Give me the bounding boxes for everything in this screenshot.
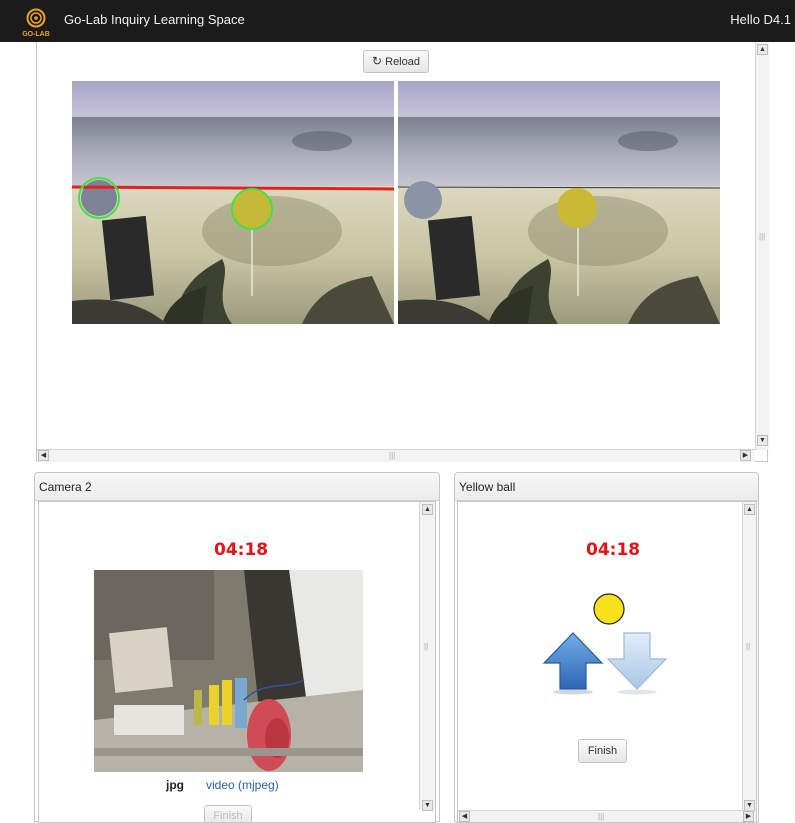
go-lab-logo-icon: GO-LAB xyxy=(22,8,50,38)
camera2-panel-header: Camera 2 xyxy=(35,473,439,501)
camera2-timer: 04:18 xyxy=(214,540,269,560)
vertical-scrollbar[interactable]: ▲ ||| ▼ xyxy=(755,42,769,450)
scroll-grip-icon: ||| xyxy=(389,451,396,460)
horizontal-scrollbar[interactable]: ◀ ||| ▶ xyxy=(37,449,755,462)
user-greeting[interactable]: Hello D4.1 xyxy=(730,12,791,27)
down-arrow-icon[interactable] xyxy=(606,631,668,695)
lab-camera-image xyxy=(94,570,363,772)
camera2-title: Camera 2 xyxy=(39,480,92,494)
annotated-camera-image xyxy=(72,81,394,324)
camera2-finish-label: Finish xyxy=(213,810,243,822)
scroll-up-arrow-icon[interactable]: ▲ xyxy=(757,44,768,55)
camera2-content: 04:18 jpg video (mjpeg) Finish ▲ || ▼ xyxy=(38,501,436,823)
camera2-panel: Camera 2 04:18 jpg video (mjpeg) Finish … xyxy=(34,472,440,823)
video-mjpeg-link[interactable]: video (mjpeg) xyxy=(206,778,279,792)
scroll-grip-icon: || xyxy=(424,642,429,651)
scroll-left-arrow-icon[interactable]: ◀ xyxy=(38,450,49,461)
up-arrow-icon[interactable] xyxy=(542,631,604,695)
yellow-ball-content: 04:18 Finish ▲ || ▼ ◀ ||| ▶ xyxy=(457,501,757,823)
yellow-ball-panel-header: Yellow ball xyxy=(455,473,758,501)
scroll-right-arrow-icon[interactable]: ▶ xyxy=(740,450,751,461)
top-bar: GO-LAB Go-Lab Inquiry Learning Space Hel… xyxy=(0,0,795,42)
yellow-ball-timer: 04:18 xyxy=(586,540,641,560)
reload-button[interactable]: ↻ Reload xyxy=(363,50,429,73)
scroll-down-arrow-icon[interactable]: ▼ xyxy=(422,800,433,811)
scroll-grip-icon: || xyxy=(746,642,751,651)
scroll-up-arrow-icon[interactable]: ▲ xyxy=(744,504,755,515)
scroll-grip-icon: ||| xyxy=(598,812,605,821)
reload-label: Reload xyxy=(385,56,420,68)
scroll-right-arrow-icon[interactable]: ▶ xyxy=(743,811,754,822)
camera-view-panel: ↻ Reload ▲ ||| ▼ ◀ ||| ▶ xyxy=(36,42,769,462)
scroll-down-arrow-icon[interactable]: ▼ xyxy=(757,435,768,446)
yellow-ball-panel: Yellow ball 04:18 Finish ▲ || ▼ ◀ ||| ▶ xyxy=(454,472,759,823)
svg-text:GO-LAB: GO-LAB xyxy=(22,31,50,38)
yellow-ball-vertical-scrollbar[interactable]: ▲ || ▼ xyxy=(742,502,756,811)
raw-camera-image xyxy=(398,81,720,324)
refresh-icon: ↻ xyxy=(372,54,383,68)
app-title[interactable]: Go-Lab Inquiry Learning Space xyxy=(64,12,245,27)
camera2-finish-button[interactable]: Finish xyxy=(204,805,252,822)
jpg-format-label: jpg xyxy=(166,778,184,792)
go-lab-logo[interactable]: GO-LAB xyxy=(21,7,51,39)
finish-label: Finish xyxy=(587,745,618,757)
yellow-ball-icon xyxy=(593,593,625,625)
scroll-grip-icon: ||| xyxy=(759,232,766,241)
yellow-ball-horizontal-scrollbar[interactable]: ◀ ||| ▶ xyxy=(458,810,756,822)
scroll-up-arrow-icon[interactable]: ▲ xyxy=(422,504,433,515)
scroll-left-arrow-icon[interactable]: ◀ xyxy=(459,811,470,822)
finish-button[interactable]: Finish xyxy=(578,739,627,763)
camera2-vertical-scrollbar[interactable]: ▲ || ▼ xyxy=(419,502,435,811)
yellow-ball-title: Yellow ball xyxy=(459,480,516,494)
